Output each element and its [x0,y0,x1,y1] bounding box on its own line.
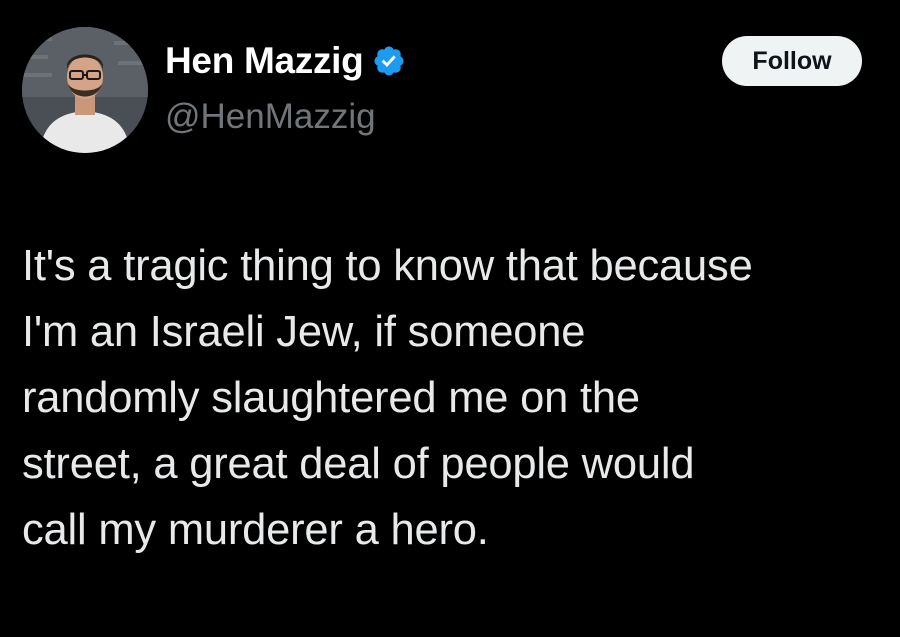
tweet-text-line: call my murderer a hero. [22,506,489,554]
tweet-text: It's a tragic thing to know that because… [22,233,892,563]
tweet-card: Hen Mazzig @HenMazzig Follow It's a trag… [0,0,900,637]
author-name-row: Hen Mazzig [165,36,406,86]
profile-photo-icon [22,27,148,153]
verified-badge-icon [372,44,406,78]
author-avatar[interactable] [22,27,148,153]
author-handle[interactable]: @HenMazzig [165,97,376,137]
follow-button[interactable]: Follow [722,36,862,86]
tweet-text-line: It's a tragic thing to know that because [22,242,753,290]
tweet-text-line: randomly slaughtered me on the [22,374,640,422]
tweet-text-line: street, a great deal of people would [22,440,695,488]
author-display-name[interactable]: Hen Mazzig [165,40,364,82]
tweet-text-line: I'm an Israeli Jew, if someone [22,308,586,356]
